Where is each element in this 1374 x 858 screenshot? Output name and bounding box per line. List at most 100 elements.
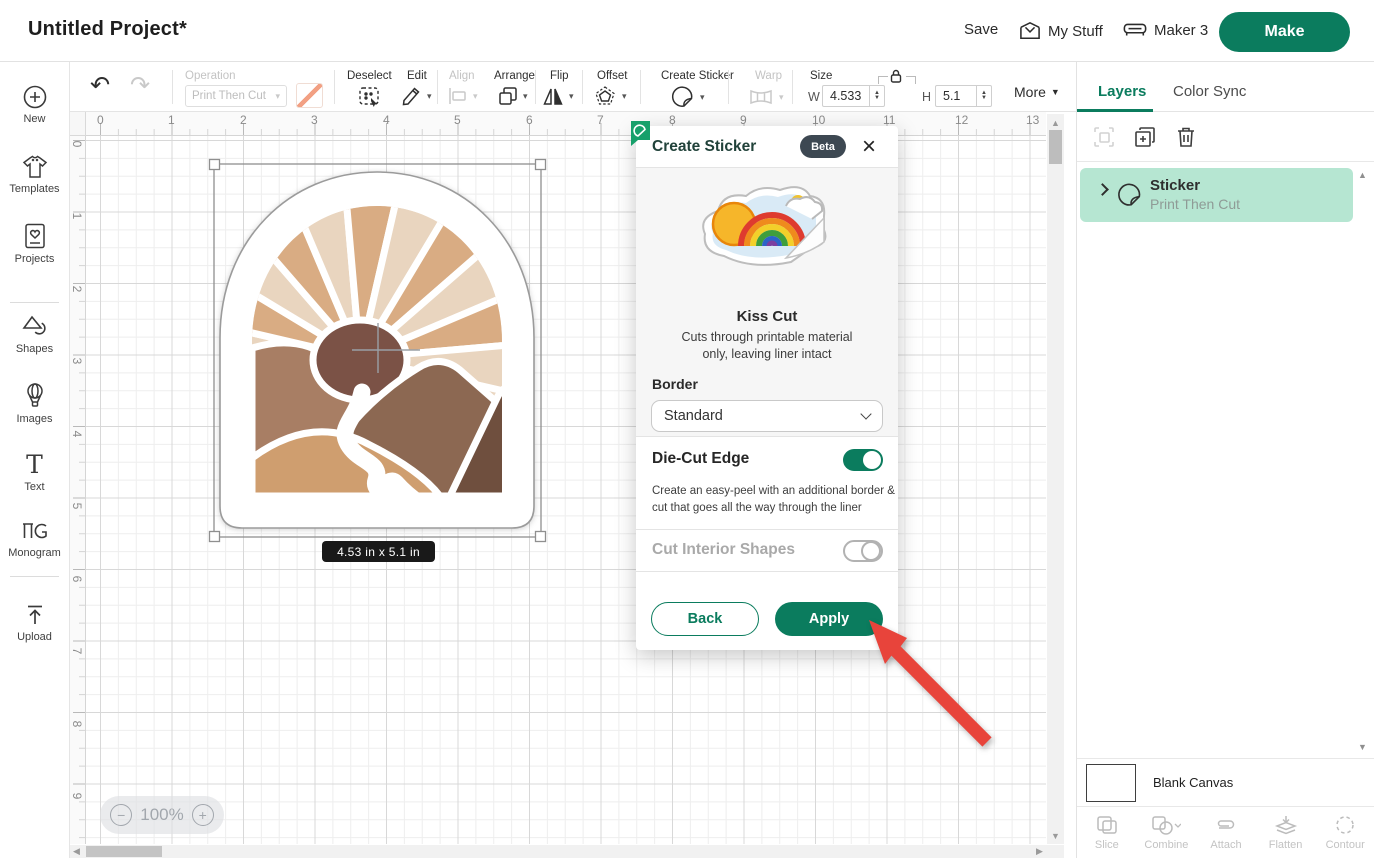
tab-layers[interactable]: Layers [1098, 83, 1146, 100]
horizontal-scrollbar[interactable] [70, 845, 1064, 858]
redo-icon[interactable]: ↷ [130, 75, 150, 97]
create-sticker-button[interactable]: ▾ [670, 85, 705, 109]
horizontal-ruler: 0 1 2 3 4 5 6 7 8 9 10 11 12 13 [86, 112, 1046, 136]
trash-icon[interactable] [1175, 125, 1197, 149]
zoom-in-icon[interactable]: + [192, 804, 214, 826]
operation-select[interactable]: Print Then Cut▾ [185, 85, 287, 107]
left-sidebar: New Templates Projects Shapes Images T T… [0, 62, 70, 858]
slice-button[interactable]: Slice [1077, 807, 1137, 858]
back-button[interactable]: Back [651, 602, 759, 636]
create-sticker-label: Create Sticker [661, 70, 734, 82]
vertical-scroll-thumb[interactable] [1049, 130, 1062, 164]
sidebar-item-upload[interactable]: Upload [0, 602, 69, 643]
sidebar-item-shapes[interactable]: Shapes [0, 314, 69, 355]
flip-label: Flip [550, 70, 569, 82]
arrange-button[interactable]: ▾ [497, 85, 528, 107]
sidebar-item-templates[interactable]: Templates [0, 154, 69, 195]
kiss-cut-title: Kiss Cut [636, 308, 898, 325]
height-label: H [922, 90, 931, 104]
flip-button[interactable]: ▾ [542, 85, 574, 107]
height-stepper[interactable]: ▲▼ [977, 85, 992, 107]
height-input[interactable]: 5.1 [935, 85, 977, 107]
cut-interior-label: Cut Interior Shapes [652, 541, 795, 559]
warp-button[interactable]: ▾ [748, 87, 784, 107]
close-icon[interactable]: × [854, 132, 884, 162]
layer-operation: Print Then Cut [1150, 196, 1240, 212]
zoom-out-icon[interactable]: − [110, 804, 132, 826]
panel-scroll-down-icon[interactable]: ▼ [1358, 742, 1367, 752]
scroll-up-icon[interactable]: ▲ [1051, 118, 1060, 128]
border-label: Border [652, 376, 698, 392]
sidebar-item-projects[interactable]: Projects [0, 222, 69, 265]
offset-button[interactable]: ▾ [593, 85, 627, 107]
panel-tabs: Layers Color Sync [1077, 62, 1374, 112]
sidebar-divider [10, 302, 59, 303]
width-input[interactable]: 4.533 [822, 85, 870, 107]
blank-canvas-row[interactable]: Blank Canvas [1077, 758, 1374, 806]
cut-interior-toggle[interactable] [843, 540, 883, 562]
save-button[interactable]: Save [964, 21, 998, 38]
die-cut-description: Create an easy-peel with an additional b… [652, 483, 895, 500]
toolbar-divider [172, 70, 173, 104]
scroll-down-icon[interactable]: ▼ [1051, 831, 1060, 841]
tab-color-sync[interactable]: Color Sync [1173, 83, 1246, 100]
duplicate-icon[interactable] [1133, 125, 1157, 149]
kiss-cut-description: only, leaving liner intact [636, 347, 898, 361]
shapes-icon [0, 314, 69, 340]
operation-color-swatch[interactable] [296, 83, 323, 108]
die-cut-toggle[interactable] [843, 449, 883, 471]
create-sticker-tag-icon [630, 120, 651, 147]
create-sticker-dialog: Create Sticker Beta × [636, 126, 898, 650]
attach-button[interactable]: Attach [1196, 807, 1256, 858]
sidebar-item-images[interactable]: Images [0, 382, 69, 425]
attach-icon [1213, 814, 1239, 836]
contour-button[interactable]: Contour [1315, 807, 1374, 858]
machine-icon [1123, 21, 1147, 39]
layer-item-sticker[interactable]: Sticker Print Then Cut [1080, 168, 1353, 222]
make-button[interactable]: Make [1219, 12, 1350, 52]
toolbar-divider [535, 70, 536, 104]
sidebar-divider [10, 576, 59, 577]
pencil-icon [400, 85, 422, 107]
dialog-title: Create Sticker [652, 138, 756, 156]
slice-icon [1095, 814, 1119, 836]
border-select[interactable]: Standard [651, 400, 883, 432]
sidebar-item-text[interactable]: T Text [0, 452, 69, 493]
flatten-button[interactable]: Flatten [1256, 807, 1316, 858]
edit-button[interactable]: ▾ [400, 85, 432, 107]
size-label: Size [810, 70, 832, 82]
my-stuff-button[interactable]: My Stuff [1019, 21, 1103, 41]
align-button[interactable]: ▾ [447, 86, 478, 106]
deselect-icon[interactable] [358, 86, 382, 108]
scroll-right-icon[interactable]: ▶ [1036, 846, 1043, 857]
lock-bracket-right [906, 76, 916, 84]
horizontal-scroll-thumb[interactable] [86, 846, 162, 857]
text-icon: T [0, 452, 69, 478]
toolbar-divider [640, 70, 641, 104]
scroll-left-icon[interactable]: ◀ [73, 846, 80, 857]
blank-canvas-swatch[interactable] [1086, 764, 1136, 802]
chevron-right-icon[interactable] [1096, 183, 1109, 196]
align-icon [447, 86, 469, 106]
combine-button[interactable]: Combine [1137, 807, 1197, 858]
vertical-scrollbar[interactable] [1047, 114, 1064, 844]
kiss-cut-description: Cuts through printable material [636, 330, 898, 344]
select-all-icon[interactable] [1092, 125, 1116, 149]
monogram-icon [0, 518, 69, 544]
undo-icon[interactable]: ↶ [90, 75, 110, 97]
lock-icon[interactable] [888, 68, 904, 84]
machine-button[interactable]: Maker 3 [1123, 21, 1208, 39]
panel-scroll-up-icon[interactable]: ▲ [1358, 170, 1367, 180]
offset-label: Offset [597, 70, 627, 82]
sidebar-item-monogram[interactable]: Monogram [0, 518, 69, 559]
selection-box[interactable] [205, 155, 550, 547]
crosshair-icon [352, 323, 420, 373]
die-cut-description: cut that goes all the way through the li… [652, 500, 862, 517]
width-stepper[interactable]: ▲▼ [870, 85, 885, 107]
deselect-label: Deselect [347, 70, 392, 82]
project-title[interactable]: Untitled Project* [28, 18, 187, 41]
sidebar-item-new[interactable]: New [0, 84, 69, 125]
flip-icon [542, 85, 564, 107]
edit-toolbar: ↶ ↷ Operation Print Then Cut▾ Deselect E… [70, 62, 1076, 112]
more-button[interactable]: More▼ [1014, 84, 1060, 100]
